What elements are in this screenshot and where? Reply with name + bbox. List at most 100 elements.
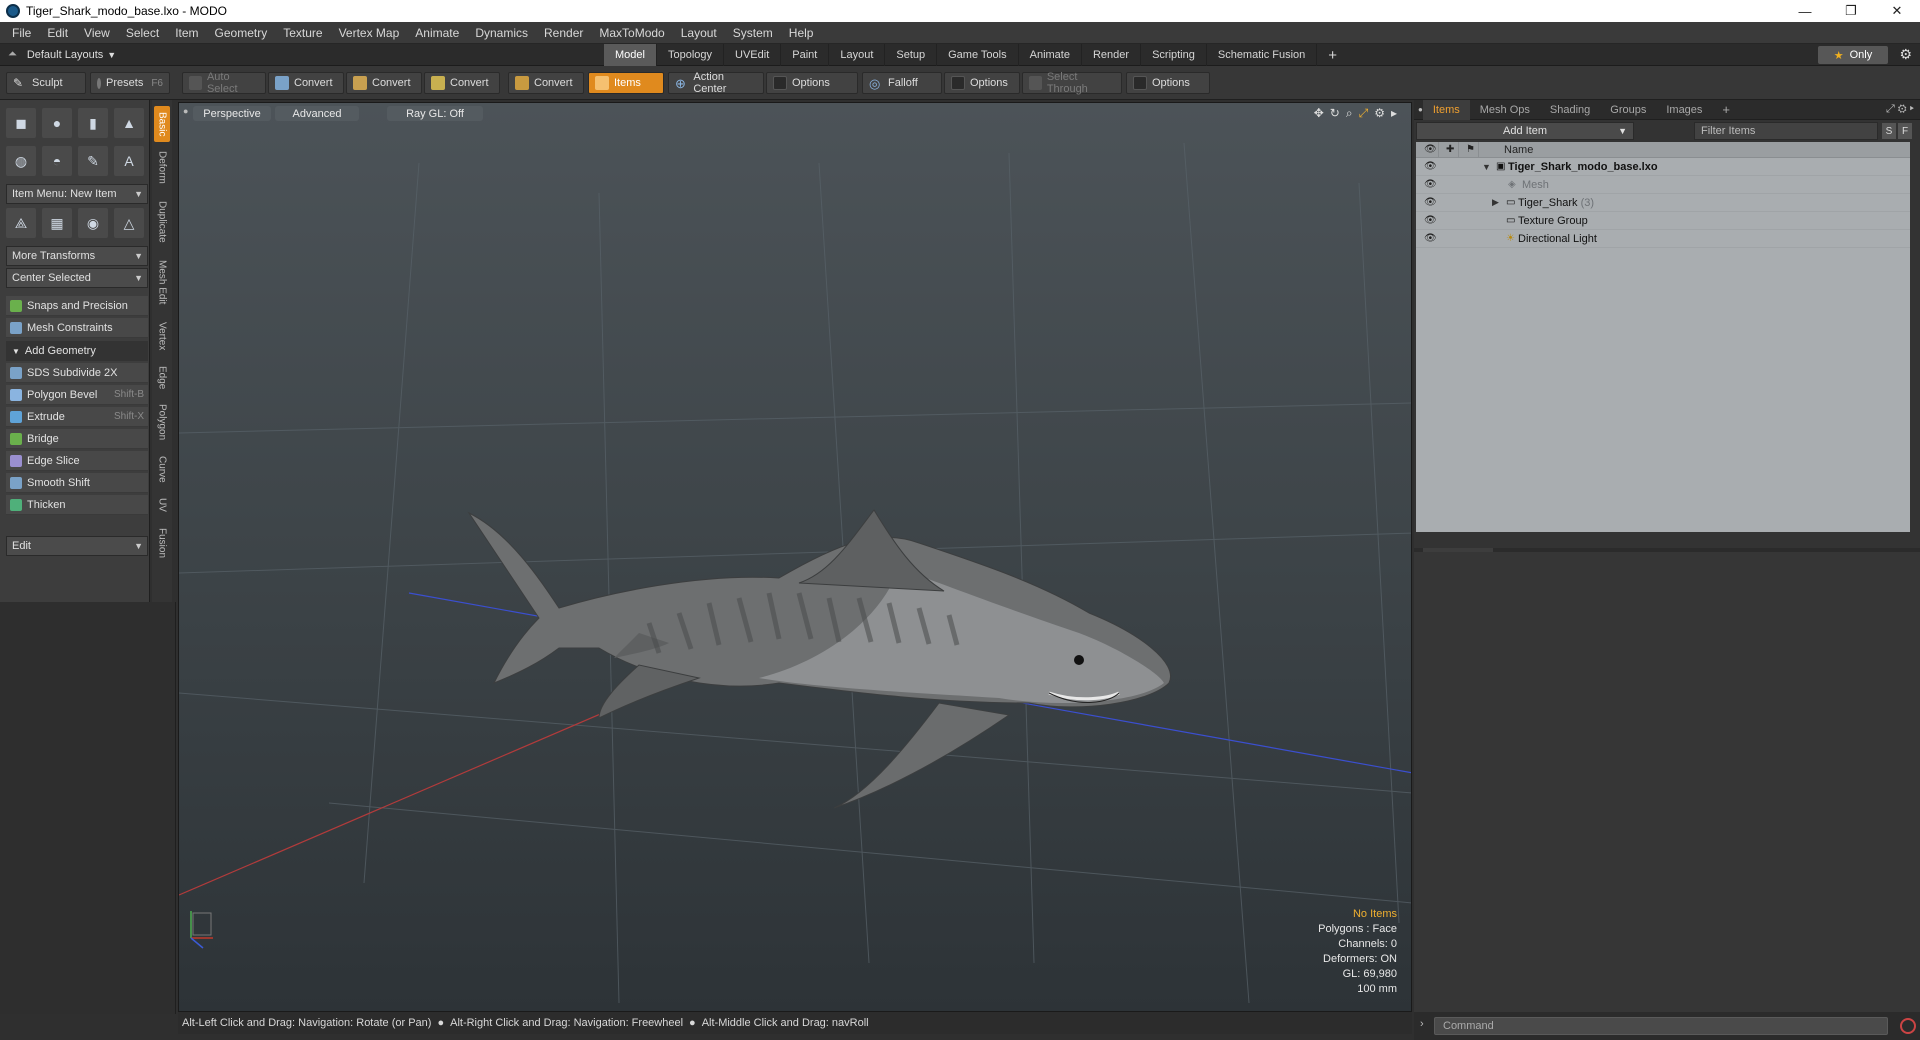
eye-icon[interactable]: 👁 [1424,161,1437,172]
tab-mesh-ops[interactable]: Mesh Ops [1470,100,1540,120]
center-selected-dropdown[interactable]: Center Selected ▼ [6,268,148,288]
vtab-vertex[interactable]: Vertex [154,318,170,354]
convert-button-1[interactable]: Convert [268,72,344,94]
sphere-icon[interactable]: ● [42,108,72,138]
auto-select-button[interactable]: Auto Select [182,71,266,95]
tree-row-tiger-shark[interactable]: 👁 ▶ ▭ Tiger_Shark (3) [1416,194,1910,212]
default-layouts-dropdown[interactable]: ⏶ Default Layouts ▼ [0,48,190,61]
sds-subdivide-button[interactable]: SDS Subdivide 2X [6,363,148,383]
add-tab-button[interactable]: + [1712,100,1740,120]
cylinder-icon[interactable]: ▮ [78,108,108,138]
convert-button-2[interactable]: Convert [346,72,422,94]
polygon-bevel-button[interactable]: Polygon Bevel Shift-B [6,385,148,405]
zoom-icon[interactable]: ⌕ [1346,106,1353,121]
falloff-button[interactable]: ◎ Falloff [862,72,942,94]
tab-items[interactable]: Items [1422,99,1470,120]
gear-icon[interactable]: ⚙ [1899,46,1912,63]
more-transforms-dropdown[interactable]: More Transforms ▼ [6,246,148,266]
tab-animate[interactable]: Animate [1019,44,1082,66]
menu-maxtomodo[interactable]: MaxToModo [591,26,672,40]
options-button-2[interactable]: Options [944,72,1020,94]
menu-item[interactable]: Item [167,26,206,40]
vtab-curve[interactable]: Curve [154,452,170,486]
fit-icon[interactable]: ⤢ [1359,106,1369,121]
raygl-dropdown[interactable]: Ray GL: Off [387,106,483,121]
perspective-dropdown[interactable]: Perspective [193,106,271,121]
capsule-icon[interactable]: ◓ [42,146,72,176]
pen-icon[interactable]: ✎ [78,146,108,176]
vtab-edge[interactable]: Edge [154,362,170,394]
panel-expand-icon[interactable]: ⤢ ⚙ ▸ [1886,103,1914,116]
eye-icon[interactable]: 👁 [1424,215,1437,226]
command-history-icon[interactable] [1900,1018,1916,1034]
menu-dynamics[interactable]: Dynamics [467,26,536,40]
only-button[interactable]: ★ Only [1818,46,1888,64]
tab-uvedit[interactable]: UVEdit [724,44,782,66]
add-geometry-header[interactable]: ▼ Add Geometry [6,341,148,361]
menu-file[interactable]: File [4,26,39,40]
menu-view[interactable]: View [76,26,118,40]
filter-f-button[interactable]: F [1898,123,1912,139]
tab-schematic-fusion[interactable]: Schematic Fusion [1207,44,1318,66]
menu-vertex-map[interactable]: Vertex Map [331,26,408,40]
presets-button[interactable]: Presets F6 [90,72,170,94]
expand-triangle-icon[interactable]: ▼ [1482,162,1491,172]
vtab-uv[interactable]: UV [154,494,170,516]
vtab-mesh-edit[interactable]: Mesh Edit [154,254,170,310]
snaps-precision-button[interactable]: Snaps and Precision [6,296,148,316]
tiger-shark-model[interactable] [467,509,1171,809]
tree-row-scene[interactable]: 👁 ▼ ▣ Tiger_Shark_modo_base.lxo [1416,158,1910,176]
menu-geometry[interactable]: Geometry [207,26,276,40]
torus-icon[interactable]: ◍ [6,146,36,176]
advanced-dropdown[interactable]: Advanced [275,106,359,121]
tree-row-mesh[interactable]: 👁 ◈ Mesh [1416,176,1910,194]
vtab-basic[interactable]: Basic [154,106,170,142]
camera-icon[interactable]: △ [114,208,144,238]
sculpt-button[interactable]: ✎ Sculpt [6,72,86,94]
tab-topology[interactable]: Topology [657,44,725,66]
bridge-button[interactable]: Bridge [6,429,148,449]
viewport-menu-dot-icon[interactable]: ● [183,106,188,116]
edge-slice-button[interactable]: Edge Slice [6,451,148,471]
restore-button[interactable]: ❐ [1828,0,1874,22]
extrude-button[interactable]: Extrude Shift-X [6,407,148,427]
menu-layout[interactable]: Layout [673,26,725,40]
mesh-constraints-button[interactable]: Mesh Constraints [6,318,148,338]
command-input[interactable]: Command [1434,1017,1888,1035]
action-center-button[interactable]: ⊕ Action Center [668,71,764,95]
tree-row-directional-light[interactable]: 👁 ☀ Directional Light [1416,230,1910,248]
thicken-button[interactable]: Thicken [6,495,148,515]
pan-icon[interactable]: ✥ [1314,106,1324,121]
options-button-3[interactable]: Options [1126,72,1210,94]
tab-setup[interactable]: Setup [885,44,938,66]
eye-icon[interactable]: 👁 [1424,233,1437,244]
menu-help[interactable]: Help [781,26,822,40]
tab-groups[interactable]: Groups [1600,100,1656,120]
minimize-button[interactable]: — [1782,0,1828,22]
vtab-fusion[interactable]: Fusion [154,524,170,562]
text-icon[interactable]: A [114,146,144,176]
menu-select[interactable]: Select [118,26,167,40]
viewport-gear-icon[interactable]: ⚙ [1374,106,1385,121]
eye-icon[interactable]: 👁 [1424,179,1437,190]
locator-icon[interactable]: ⟁ [6,208,36,238]
rotate-icon[interactable]: ↻ [1330,106,1340,121]
tab-paint[interactable]: Paint [781,44,830,66]
menu-animate[interactable]: Animate [407,26,467,40]
eye-icon[interactable]: 👁 [1424,197,1437,208]
cube-icon[interactable]: ◼ [6,108,36,138]
tree-row-texture-group[interactable]: 👁 ▭ Texture Group [1416,212,1910,230]
options-button-1[interactable]: Options [766,72,858,94]
convert-button-3[interactable]: Convert [424,72,500,94]
select-through-button[interactable]: Select Through [1022,71,1122,95]
3d-viewport[interactable]: ● Perspective Advanced Ray GL: Off ✥ ↻ ⌕… [178,102,1412,1012]
vtab-duplicate[interactable]: Duplicate [154,196,170,248]
vtab-polygon[interactable]: Polygon [154,400,170,444]
tab-game-tools[interactable]: Game Tools [937,44,1019,66]
vtab-deform[interactable]: Deform [154,146,170,188]
items-mode-button[interactable]: Items [588,72,664,94]
tab-render[interactable]: Render [1082,44,1142,66]
cone-icon[interactable]: ▲ [114,108,144,138]
close-button[interactable]: ✕ [1874,0,1920,22]
tab-model[interactable]: Model [604,44,657,66]
